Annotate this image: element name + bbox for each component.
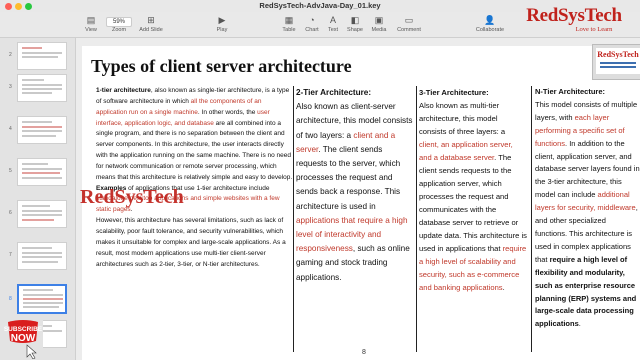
brand-logo: RedSysTech Love to Learn [514, 6, 634, 36]
subscribe-now-badge[interactable]: SUBSCRIBE NOW [3, 319, 43, 359]
divider [293, 86, 294, 352]
add-slide-button[interactable]: ⊞ Add Slide [134, 14, 168, 34]
media-icon: ▣ [374, 15, 384, 25]
slide-thumbnail[interactable] [17, 42, 67, 70]
play-button[interactable]: ▶ Play [207, 14, 237, 34]
add-slide-icon: ⊞ [147, 15, 155, 25]
slide-title[interactable]: Types of client server architecture [91, 56, 352, 77]
slide-canvas[interactable]: Types of client server architecture RedS… [80, 44, 640, 360]
heading-2tier: 2-Tier Architecture: [296, 88, 372, 97]
media-button[interactable]: ▣ Media [364, 14, 394, 34]
collaborate-button[interactable]: 👤 Collaborate [470, 14, 510, 34]
presenter-laptop-image: RedSysTech [592, 44, 640, 80]
col-1tier-text[interactable]: 1-tier architecture, also known as singl… [96, 86, 294, 270]
slide-thumbnail-selected[interactable] [17, 284, 67, 314]
slide-thumbnail[interactable] [17, 158, 67, 186]
brand-tagline: Love to Learn [575, 26, 613, 33]
slide-navigator: 2 3 4 5 6 7 8 9 [0, 38, 76, 360]
watermark-logo: RedSysTech [80, 186, 184, 208]
col-2tier-text[interactable]: 2-Tier Architecture: Also known as clien… [296, 86, 414, 285]
divider [416, 86, 417, 352]
collaborate-icon: 👤 [484, 15, 496, 25]
slide-thumbnail[interactable] [17, 116, 67, 144]
slide-thumbnail[interactable] [17, 200, 67, 228]
slide-thumbnail[interactable] [17, 242, 67, 270]
heading-ntier: N-Tier Architecture: [535, 87, 606, 96]
page-number: 8 [362, 349, 366, 356]
keynote-window: RedSysTech-AdvJava-Day_01.key ▤ View 59%… [0, 0, 640, 360]
divider [531, 86, 532, 352]
heading-3tier: 3-Tier Architecture: [419, 88, 489, 97]
brand-name: RedSysTech [526, 5, 622, 26]
slide-thumbnail[interactable] [17, 74, 67, 102]
col-ntier-text[interactable]: N-Tier Architecture: This model consists… [535, 86, 640, 331]
comment-icon: ▭ [404, 15, 414, 25]
svg-text:NOW: NOW [11, 333, 36, 344]
play-icon: ▶ [218, 15, 226, 25]
comment-button[interactable]: ▭ Comment [392, 14, 426, 34]
svg-text:SUBSCRIBE: SUBSCRIBE [4, 326, 43, 333]
col-3tier-text[interactable]: 3-Tier Architecture: Also known as multi… [419, 86, 527, 294]
zoom-control[interactable]: 59% Zoom [102, 14, 136, 34]
